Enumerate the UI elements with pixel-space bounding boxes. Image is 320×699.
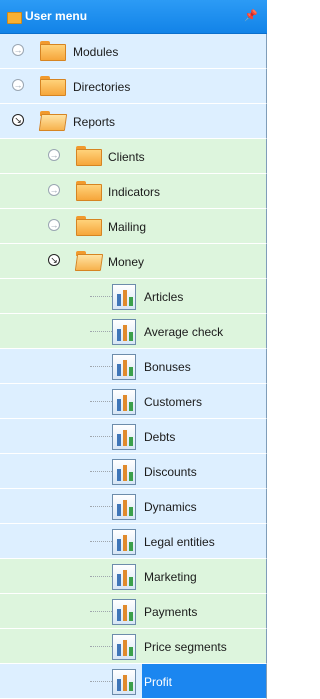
tree-item-label: Money [108, 255, 145, 269]
collapse-arrow-icon[interactable]: ↘ [48, 254, 60, 266]
collapse-arrow-icon[interactable]: ↘ [12, 114, 24, 126]
report-item-discounts[interactable]: Discounts [0, 454, 267, 489]
report-icon [112, 529, 136, 555]
report-item-label: Price segments [144, 640, 227, 654]
report-item-customers[interactable]: Customers [0, 384, 267, 419]
panel-title: User menu [25, 9, 88, 23]
report-item-label: Debts [144, 430, 176, 444]
report-icon [112, 669, 136, 695]
tree-item-directories[interactable]: → Directories [0, 69, 267, 104]
report-item-label: Bonuses [144, 360, 191, 374]
panel-title-bar: User menu 📌 [0, 0, 267, 34]
expand-arrow-icon[interactable]: → [48, 219, 60, 231]
report-item-label: Average check [144, 325, 224, 339]
folder-icon [76, 146, 102, 166]
pin-icon[interactable]: 📌 [244, 9, 258, 22]
folder-icon [76, 216, 102, 236]
report-icon [112, 599, 136, 625]
report-icon [112, 564, 136, 590]
report-icon [112, 634, 136, 660]
report-item-payments[interactable]: Payments [0, 594, 267, 629]
report-icon [112, 389, 136, 415]
tree-item-label: Directories [73, 80, 131, 94]
tree-item-label: Mailing [108, 220, 147, 234]
tree-item-modules[interactable]: → Modules [0, 34, 267, 69]
folder-icon [40, 41, 66, 61]
report-item-label: Discounts [144, 465, 197, 479]
report-icon [112, 319, 136, 345]
expand-arrow-icon[interactable]: → [12, 79, 24, 91]
report-item-label: Dynamics [144, 500, 197, 514]
tree-item-label: Modules [73, 45, 119, 59]
open-folder-icon [74, 251, 104, 271]
tree-item-label: Indicators [108, 185, 161, 199]
report-item-bonuses[interactable]: Bonuses [0, 349, 267, 384]
report-item-label: Payments [144, 605, 198, 619]
report-item-label: Articles [144, 290, 184, 304]
report-icon [112, 354, 136, 380]
report-item-marketing[interactable]: Marketing [0, 559, 267, 594]
folder-icon [40, 76, 66, 96]
report-item-price-segments[interactable]: Price segments [0, 629, 267, 664]
user-menu-tree: → Modules → Directories ↘ Reports → Clie… [0, 34, 267, 699]
report-item-profit[interactable]: Profit [0, 664, 267, 699]
report-icon [112, 494, 136, 520]
report-item-label-selected: Profit [142, 664, 266, 698]
report-icon [112, 424, 136, 450]
expand-arrow-icon[interactable]: → [48, 149, 60, 161]
folder-icon [76, 181, 102, 201]
expand-arrow-icon[interactable]: → [12, 44, 24, 56]
report-item-articles[interactable]: Articles [0, 279, 267, 314]
report-icon [112, 284, 136, 310]
tree-item-label: Clients [108, 150, 145, 164]
report-item-dynamics[interactable]: Dynamics [0, 489, 267, 524]
menu-folder-icon [7, 12, 22, 24]
tree-item-reports[interactable]: ↘ Reports [0, 104, 267, 139]
report-item-label: Legal entities [144, 535, 215, 549]
report-item-debts[interactable]: Debts [0, 419, 267, 454]
report-item-label: Customers [144, 395, 203, 409]
expand-arrow-icon[interactable]: → [48, 184, 60, 196]
tree-item-money[interactable]: ↘ Money [0, 244, 267, 279]
tree-item-label: Reports [73, 115, 116, 129]
tree-item-indicators[interactable]: → Indicators [0, 174, 267, 209]
report-item-label: Marketing [144, 570, 197, 584]
tree-item-mailing[interactable]: → Mailing [0, 209, 267, 244]
report-item-average-check[interactable]: Average check [0, 314, 267, 349]
tree-item-clients[interactable]: → Clients [0, 139, 267, 174]
report-item-legal-entities[interactable]: Legal entities [0, 524, 267, 559]
report-icon [112, 459, 136, 485]
open-folder-icon [38, 111, 68, 131]
